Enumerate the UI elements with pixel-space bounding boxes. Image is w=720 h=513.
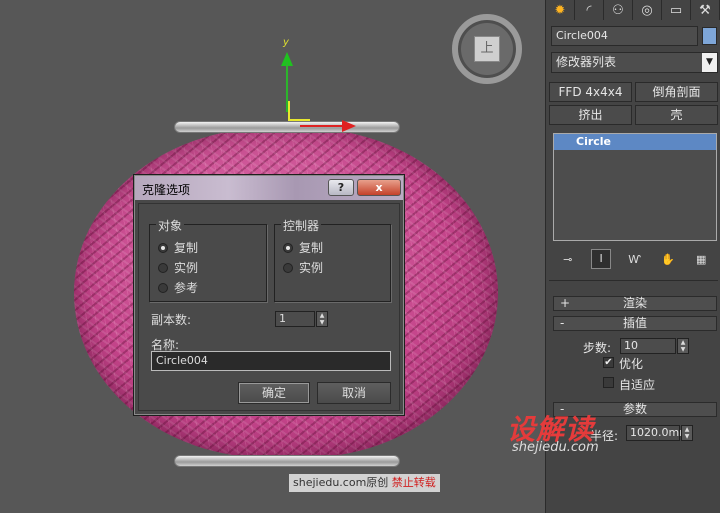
steps-label: 步数:: [583, 341, 612, 355]
lamp-top-rim[interactable]: [174, 121, 400, 133]
dialog-body: 对象 复制 实例 参考 控制器 复制 实例 副本数: 1 ▲ ▼ 名称: Cir…: [138, 203, 400, 411]
motion-tab-icon[interactable]: ◎: [633, 0, 662, 20]
command-panel-tabs: ✹ ◜ ⚇ ◎ ▭ ⚒: [546, 0, 720, 20]
controller-copy-option[interactable]: 复制: [283, 239, 323, 256]
object-group-title: 对象: [156, 217, 185, 234]
modifier-list-label: 修改器列表: [556, 55, 617, 69]
close-button[interactable]: x: [357, 179, 401, 196]
stack-item-circle[interactable]: Circle: [554, 134, 716, 150]
dialog-titlebar[interactable]: 克隆选项 ? x: [135, 176, 403, 200]
modifier-list-dropdown[interactable]: 修改器列表 ▼: [551, 52, 718, 73]
object-color-swatch[interactable]: [702, 27, 717, 45]
copies-spinner-arrows-icon[interactable]: ▲ ▼: [316, 311, 328, 327]
rendering-rollout-title: 渲染: [622, 296, 647, 310]
controller-group: 控制器 复制 实例: [274, 217, 391, 302]
interpolation-rollout[interactable]: - 插值: [553, 316, 717, 331]
shell-button[interactable]: 壳: [635, 105, 718, 125]
utilities-tab-hammer-icon[interactable]: ⚒: [691, 0, 720, 20]
perspective-viewport[interactable]: 上 y 克隆选项 ? x 对象 复制 实例 参考 控制器 复制 实例 副本数: …: [0, 0, 545, 513]
rendering-rollout[interactable]: + 渲染: [553, 296, 717, 311]
adaptive-label: 自适应: [619, 378, 656, 392]
object-instance-label: 实例: [174, 261, 199, 275]
object-copy-radio[interactable]: [158, 242, 168, 253]
radius-spinner[interactable]: 1020.0mm ▲ ▼: [626, 425, 693, 441]
object-instance-option[interactable]: 实例: [158, 259, 198, 276]
gizmo-y-axis-label: y: [283, 37, 289, 48]
remove-modifier-icon[interactable]: ✋: [658, 253, 678, 266]
dialog-title: 克隆选项: [142, 183, 191, 197]
viewcube[interactable]: 上: [452, 14, 522, 84]
cancel-button[interactable]: 取消: [317, 382, 391, 404]
chevron-down-icon[interactable]: ▼: [702, 53, 717, 72]
controller-copy-radio[interactable]: [283, 242, 293, 253]
object-copy-option[interactable]: 复制: [158, 239, 198, 256]
display-tab-icon[interactable]: ▭: [662, 0, 691, 20]
object-reference-label: 参考: [174, 281, 199, 295]
gizmo-xy-plane-handle[interactable]: [288, 101, 310, 121]
copies-value[interactable]: 1: [279, 312, 286, 325]
controller-instance-option[interactable]: 实例: [283, 259, 323, 276]
modifier-stack[interactable]: Circle: [553, 133, 717, 241]
gizmo-x-arrow-icon[interactable]: [342, 120, 356, 132]
stack-toolbar: ⊸ Ⅰ Ⱳ ✋ ▦: [551, 248, 718, 270]
lamp-bottom-rim[interactable]: [174, 455, 400, 467]
adaptive-checkbox[interactable]: [603, 377, 614, 388]
hierarchy-tab-icon[interactable]: ⚇: [604, 0, 633, 20]
interpolation-rollout-title: 插值: [622, 316, 647, 330]
extrude-button[interactable]: 挤出: [549, 105, 632, 125]
watermark-caption: shejiedu.com原创 禁止转载: [289, 474, 440, 492]
watermark-caption-site: shejiedu.com原创: [293, 476, 389, 489]
object-reference-radio[interactable]: [158, 282, 168, 293]
viewcube-top-face[interactable]: 上: [474, 36, 500, 62]
object-copy-label: 复制: [174, 241, 199, 255]
object-reference-option[interactable]: 参考: [158, 279, 198, 296]
object-group: 对象 复制 实例 参考: [149, 217, 267, 302]
copies-spinner[interactable]: 1 ▲ ▼: [275, 311, 328, 327]
modify-tab-curve-icon[interactable]: ◜: [575, 0, 604, 20]
controller-instance-radio[interactable]: [283, 262, 293, 273]
watermark-url: shejiedu.com: [512, 440, 599, 455]
help-button[interactable]: ?: [328, 179, 354, 196]
object-instance-radio[interactable]: [158, 262, 168, 273]
optimize-checkbox[interactable]: ✔: [603, 357, 614, 368]
name-field[interactable]: Circle004: [151, 351, 391, 371]
controller-instance-label: 实例: [299, 261, 324, 275]
ok-button[interactable]: 确定: [238, 382, 310, 404]
configure-sets-icon[interactable]: ▦: [691, 253, 711, 266]
clone-options-dialog: 克隆选项 ? x 对象 复制 实例 参考 控制器 复制 实例 副本数: 1 ▲ …: [133, 174, 405, 416]
steps-spinner-arrows-icon[interactable]: ▲ ▼: [677, 338, 689, 354]
make-unique-icon[interactable]: Ⱳ: [624, 253, 644, 266]
pin-stack-icon[interactable]: ⊸: [558, 253, 578, 266]
bevel-profile-button[interactable]: 倒角剖面: [635, 82, 718, 102]
steps-spinner[interactable]: 10 ▲ ▼: [620, 338, 689, 354]
controller-copy-label: 复制: [299, 241, 324, 255]
create-tab-sun-icon[interactable]: ✹: [546, 0, 575, 20]
controller-group-title: 控制器: [281, 217, 322, 234]
object-name-field[interactable]: Circle004: [551, 26, 698, 46]
watermark-caption-warning: 禁止转载: [391, 476, 436, 489]
show-end-result-icon[interactable]: Ⅰ: [591, 249, 612, 269]
radius-spinner-arrows-icon[interactable]: ▲ ▼: [681, 425, 693, 441]
divider: [549, 280, 718, 281]
copies-label: 副本数:: [151, 313, 192, 327]
steps-value[interactable]: 10: [624, 339, 638, 352]
optimize-label: 优化: [619, 357, 644, 371]
ffd-button[interactable]: FFD 4x4x4: [549, 82, 632, 102]
